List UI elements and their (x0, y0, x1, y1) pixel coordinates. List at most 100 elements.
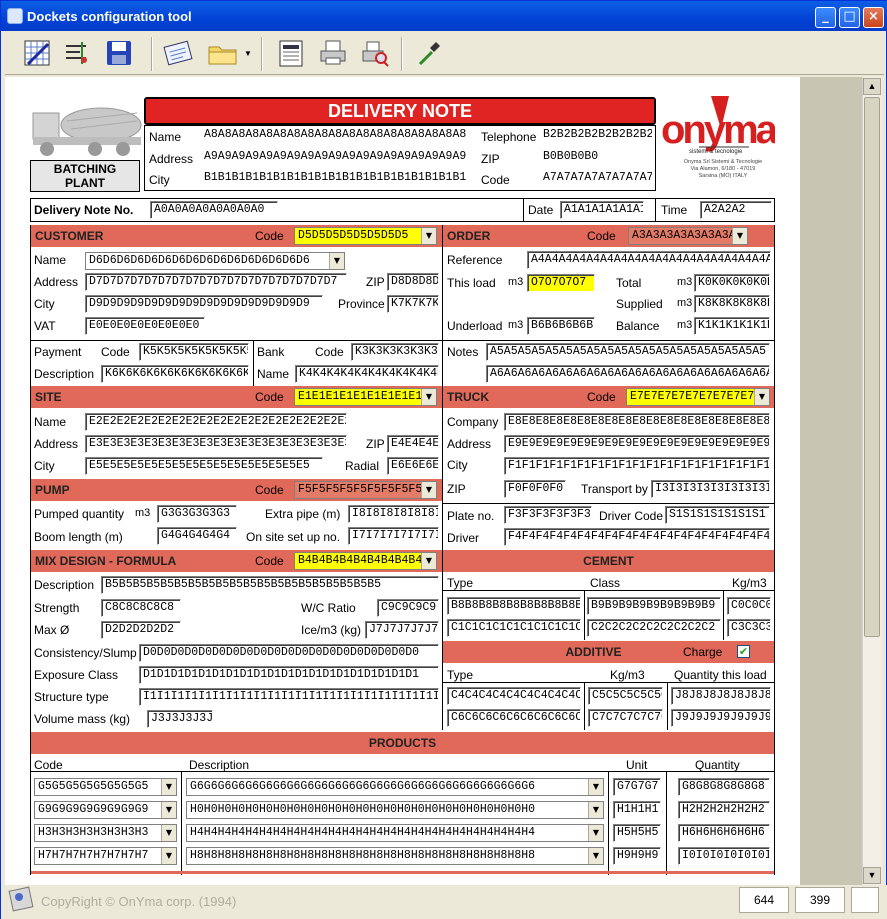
product-unit-2[interactable]: H1H1H1 (613, 801, 661, 819)
product-unit-1[interactable]: G7G7G7 (613, 778, 661, 796)
truck-address-field[interactable]: E9E9E9E9E9E9E9E9E9E9E9E9E9E9E9E9E9E9E9E9 (504, 435, 770, 453)
document-icon[interactable] (273, 35, 309, 71)
product-description-dropdown-1[interactable]: G6G6G6G6G6G6G6G6G6G6G6G6G6G6G6G6G6G6G6G6… (186, 778, 604, 796)
minimize-button[interactable]: _ (815, 7, 836, 28)
scroll-thumb[interactable] (864, 97, 880, 637)
extra-pipe-field[interactable]: I8I8I8I8I8I8I8I8 (348, 505, 439, 523)
folder-icon[interactable] (205, 35, 241, 71)
customer-name-dropdown[interactable]: D6D6D6D6D6D6D6D6D6D6D6D6D6D6D6D6 ▼ (85, 252, 345, 270)
site-address-field[interactable]: E3E3E3E3E3E3E3E3E3E3E3E3E3E3E3E3E3E3E3 (85, 435, 347, 453)
additive-qty-1[interactable]: J8J8J8J8J8J8J8J8 (671, 687, 771, 705)
customer-address-field[interactable]: D7D7D7D7D7D7D7D7D7D7D7D7D7D7D7D7D7D7 (85, 273, 347, 291)
print-icon[interactable] (315, 35, 351, 71)
close-button[interactable]: × (863, 7, 884, 28)
product-description-dropdown-2[interactable]: H0H0H0H0H0H0H0H0H0H0H0H0H0H0H0H0H0H0H0H0… (186, 801, 604, 819)
maximize-button[interactable]: □ (839, 7, 860, 28)
boom-length-field[interactable]: G4G4G4G4G4 (157, 527, 237, 545)
ice-field[interactable]: J7J7J7J7J7J7 (365, 621, 439, 639)
product-qty-2[interactable]: H2H2H2H2H2H2 (678, 801, 770, 819)
product-qty-1[interactable]: G8G8G8G8G8G8 (678, 778, 770, 796)
time-field[interactable]: A2A2A2 (700, 201, 772, 219)
underload-field[interactable]: B6B6B6B6B6B6 (527, 317, 595, 335)
payment-code-field[interactable]: K5K5K5K5K5K5K5K5 (139, 343, 249, 361)
product-code-dropdown-2[interactable]: G9G9G9G9G9G9G9G9 ▼ (34, 801, 177, 819)
open-form-icon[interactable] (161, 35, 197, 71)
product-unit-3[interactable]: H5H5H5 (613, 824, 661, 842)
additive-kg-2[interactable]: C7C7C7C7C7C7 (588, 709, 663, 727)
bank-name-field[interactable]: K4K4K4K4K4K4K4K4K4K4K4 (295, 365, 439, 383)
date-field[interactable]: A1A1A1A1A1A1 (560, 201, 644, 219)
site-city-field[interactable]: E5E5E5E5E5E5E5E5E5E5E5E5E5E5E5E5 (85, 457, 323, 475)
cement-type-1[interactable]: B8B8B8B8B8B8B8B8B8B8 (447, 597, 581, 615)
exposure-class-field[interactable]: D1D1D1D1D1D1D1D1D1D1D1D1D1D1D1D1D1D1D1D1 (139, 666, 439, 684)
wc-ratio-field[interactable]: C9C9C9C9 (377, 599, 439, 617)
transport-field[interactable]: I3I3I3I3I3I3I3I3I3I3I3I3 (651, 480, 770, 498)
plant-zip-field[interactable]: B0B0B0B0 (540, 149, 652, 167)
reference-field[interactable]: A4A4A4A4A4A4A4A4A4A4A4A4A4A4A4A4A4A4A4A4 (527, 251, 771, 269)
notes-field-2[interactable]: A6A6A6A6A6A6A6A6A6A6A6A6A6A6A6A6A6A6A6A6… (486, 365, 770, 383)
telephone-field[interactable]: B2B2B2B2B2B2B2B2 (540, 127, 652, 145)
this-load-field[interactable]: O7O7O7O7 (527, 274, 595, 292)
site-zip-field[interactable]: E4E4E4E4 (387, 435, 439, 453)
additive-type-1[interactable]: C4C4C4C4C4C4C4C4C4C4 (447, 687, 581, 705)
bank-code-field[interactable]: K3K3K3K3K3K3K3 (351, 343, 439, 361)
save-icon[interactable] (101, 35, 137, 71)
additive-type-2[interactable]: C6C6C6C6C6C6C6C6C6C6 (447, 709, 581, 727)
print-preview-icon[interactable] (357, 35, 393, 71)
cement-class-2[interactable]: C2C2C2C2C2C2C2C2C2 (587, 619, 721, 637)
plant-code-field[interactable]: A7A7A7A7A7A7A7A7 (540, 170, 652, 188)
driver-code-field[interactable]: S1S1S1S1S1S1S1 (665, 506, 770, 524)
truck-code-dropdown[interactable]: E7E7E7E7E7E7E7E7E7E7 ▼ (626, 388, 770, 406)
strength-field[interactable]: C8C8C8C8C8 (101, 599, 181, 617)
product-qty-4[interactable]: I0I0I0I0I0I0I0 (678, 847, 770, 865)
chevron-down-icon[interactable]: ▼ (241, 35, 255, 71)
delivery-note-field[interactable]: A0A0A0A0A0A0A0A0 (150, 201, 278, 219)
charge-checkbox[interactable]: ✔ (737, 645, 750, 658)
driver-field[interactable]: F4F4F4F4F4F4F4F4F4F4F4F4F4F4F4F4F4F4F4F4 (504, 528, 770, 546)
mix-code-dropdown[interactable]: B4B4B4B4B4B4B4B4B4B4 ▼ (294, 552, 437, 570)
site-name-field[interactable]: E2E2E2E2E2E2E2E2E2E2E2E2E2E2E2E2E2E2E2 (85, 413, 347, 431)
cement-kg-2[interactable]: C3C3C3C3 (727, 619, 771, 637)
additive-qty-2[interactable]: J9J9J9J9J9J9J9J9 (671, 709, 771, 727)
align-tool-icon[interactable] (59, 35, 95, 71)
consistency-field[interactable]: D0D0D0D0D0D0D0D0D0D0D0D0D0D0D0D0D0D0D0D0 (139, 644, 439, 662)
title-bar[interactable]: Dockets configuration tool _ □ × (1, 1, 887, 31)
customer-code-dropdown[interactable]: D5D5D5D5D5D5D5D5 ▼ (294, 227, 437, 245)
supplied-field[interactable]: K8K8K8K8K8K8 (694, 295, 770, 313)
structure-type-field[interactable]: I1I1I1I1I1I1I1I1I1I1I1I1I1I1I1I1I1I1I1I1… (139, 688, 439, 706)
product-code-dropdown-4[interactable]: H7H7H7H7H7H7H7H7 ▼ (34, 847, 177, 865)
pumped-quantity-field[interactable]: G3G3G3G3G3 (157, 505, 237, 523)
max-diameter-field[interactable]: D2D2D2D2D2 (101, 621, 181, 639)
cement-kg-1[interactable]: C0C0C0C0 (727, 597, 771, 615)
cement-type-2[interactable]: C1C1C1C1C1C1C1C1C1C1 (447, 619, 581, 637)
plate-field[interactable]: F3F3F3F3F3F3 (504, 506, 592, 524)
product-description-dropdown-4[interactable]: H8H8H8H8H8H8H8H8H8H8H8H8H8H8H8H8H8H8H8H8… (186, 847, 604, 865)
product-code-dropdown-3[interactable]: H3H3H3H3H3H3H3H3 ▼ (34, 824, 177, 842)
edit-grid-icon[interactable] (19, 35, 55, 71)
site-code-dropdown[interactable]: E1E1E1E1E1E1E1E1E1E1 ▼ (294, 388, 437, 406)
company-field[interactable]: E8E8E8E8E8E8E8E8E8E8E8E8E8E8E8E8E8E8E8E8 (504, 413, 770, 431)
scroll-down-button[interactable]: ▼ (863, 867, 881, 884)
radial-field[interactable]: E6E6E6E6 (387, 457, 439, 475)
cement-class-1[interactable]: B9B9B9B9B9B9B9B9B9 (587, 597, 721, 615)
payment-description-field[interactable]: K6K6K6K6K6K6K6K6K6K6K6K6 (101, 365, 249, 383)
scroll-up-button[interactable]: ▲ (863, 78, 881, 95)
product-qty-3[interactable]: H6H6H6H6H6H6 (678, 824, 770, 842)
product-description-dropdown-3[interactable]: H4H4H4H4H4H4H4H4H4H4H4H4H4H4H4H4H4H4H4H4… (186, 824, 604, 842)
customer-zip-field[interactable]: D8D8D8D8 (387, 273, 439, 291)
volume-mass-field[interactable]: J3J3J3J3J3 (147, 710, 213, 728)
province-field[interactable]: K7K7K7K7 (387, 295, 439, 313)
product-unit-4[interactable]: H9H9H9 (613, 847, 661, 865)
eyedropper-icon[interactable] (411, 35, 447, 71)
on-site-setup-field[interactable]: I7I7I7I7I7I7I7I7 (348, 527, 439, 545)
vat-field[interactable]: E0E0E0E0E0E0E0E0 (85, 317, 205, 335)
plant-name-field[interactable]: A8A8A8A8A8A8A8A8A8A8A8A8A8A8A8A8A8A8A8 (201, 127, 469, 145)
additive-kg-1[interactable]: C5C5C5C5C5C5 (588, 687, 663, 705)
truck-zip-field[interactable]: F0F0F0F0 (504, 480, 566, 498)
total-field[interactable]: K0K0K0K0K0K0 (694, 274, 770, 292)
plant-address-field[interactable]: A9A9A9A9A9A9A9A9A9A9A9A9A9A9A9A9A9A9A9 (201, 149, 469, 167)
truck-city-field[interactable]: F1F1F1F1F1F1F1F1F1F1F1F1F1F1F1F1F1F1F1F1 (504, 457, 770, 475)
plant-city-field[interactable]: B1B1B1B1B1B1B1B1B1B1B1B1B1B1B1B1B1B1B1 (201, 170, 469, 188)
balance-field[interactable]: K1K1K1K1K1K1 (694, 317, 770, 335)
notes-field-1[interactable]: A5A5A5A5A5A5A5A5A5A5A5A5A5A5A5A5A5A5A5A5 (486, 343, 770, 361)
